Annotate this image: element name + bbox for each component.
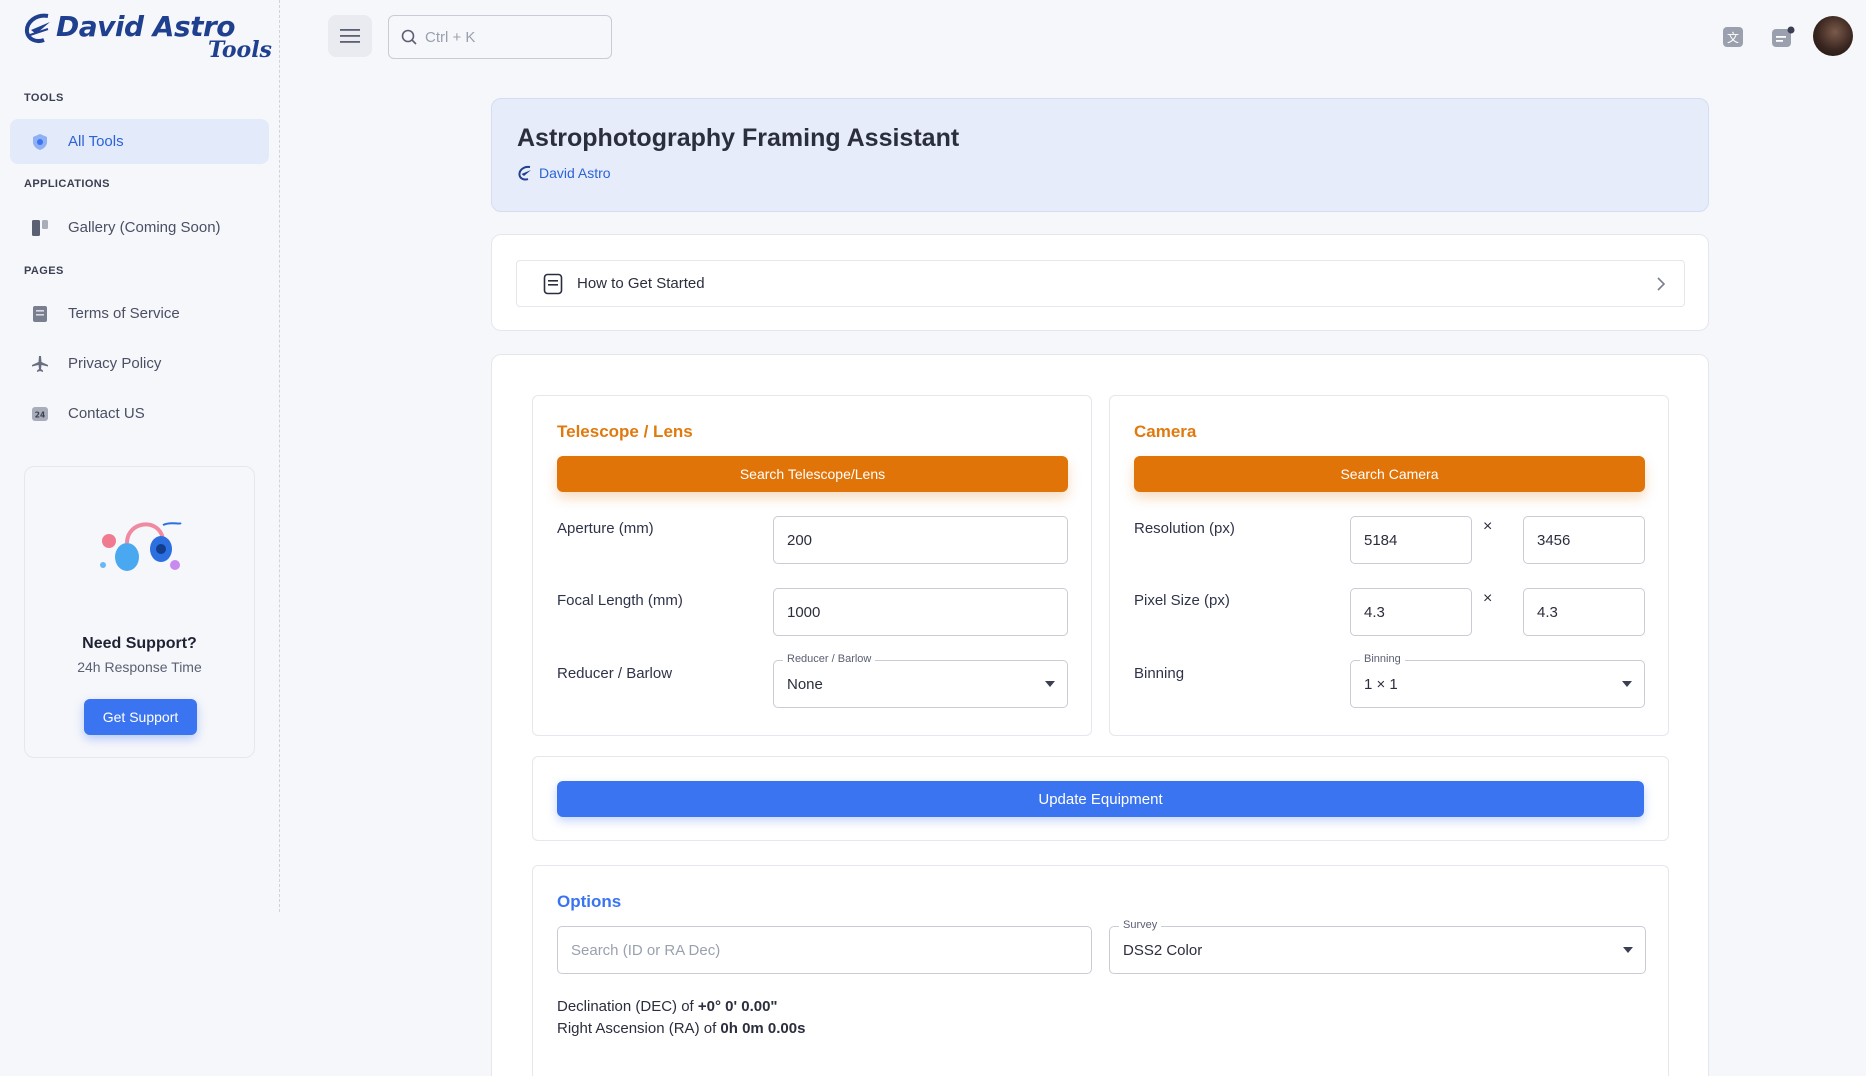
target-search-placeholder: Search (ID or RA Dec) bbox=[571, 941, 721, 959]
gallery-icon bbox=[30, 218, 50, 238]
resolution-height-value: 3456 bbox=[1537, 531, 1571, 549]
shield-icon bbox=[30, 132, 50, 152]
aperture-input[interactable]: 200 bbox=[773, 516, 1068, 564]
logo-mark-icon bbox=[24, 13, 50, 43]
options-title: Options bbox=[557, 892, 622, 911]
headphones-illustration-icon bbox=[100, 522, 182, 571]
right-ascension-value: 0h 0m 0.00s bbox=[720, 1020, 806, 1037]
update-equipment-button[interactable]: Update Equipment bbox=[557, 781, 1644, 817]
svg-text:24: 24 bbox=[35, 410, 45, 419]
sidebar-item-label: Privacy Policy bbox=[68, 355, 162, 372]
author-name: David Astro bbox=[539, 165, 611, 181]
sidebar-item-label: Terms of Service bbox=[68, 305, 180, 322]
binning-value: 1 × 1 bbox=[1364, 675, 1398, 693]
page-header-card: Astrophotography Framing Assistant David… bbox=[491, 98, 1709, 212]
hamburger-icon bbox=[340, 29, 360, 43]
binning-float-label: Binning bbox=[1360, 653, 1405, 665]
dropdown-caret-icon bbox=[1623, 947, 1633, 953]
right-ascension-readout: Right Ascension (RA) of 0h 0m 0.00s bbox=[557, 1020, 805, 1037]
sidebar-item-label: Contact US bbox=[68, 405, 145, 422]
focal-length-input[interactable]: 1000 bbox=[773, 588, 1068, 636]
update-panel: Update Equipment bbox=[532, 756, 1669, 841]
camera-title: Camera bbox=[1134, 422, 1197, 441]
notification-icon[interactable] bbox=[1771, 26, 1795, 48]
reducer-float-label: Reducer / Barlow bbox=[783, 653, 876, 665]
survey-float-label: Survey bbox=[1119, 919, 1162, 931]
reducer-select[interactable]: Reducer / Barlow None bbox=[773, 653, 1068, 708]
author-logo-icon bbox=[518, 165, 531, 181]
telescope-panel: Telescope / Lens Search Telescope/Lens A… bbox=[532, 395, 1092, 736]
sidebar-item-gallery[interactable]: Gallery (Coming Soon) bbox=[10, 205, 269, 250]
declination-value: +0° 0' 0.00" bbox=[697, 998, 778, 1015]
aperture-value: 200 bbox=[787, 531, 813, 549]
user-avatar[interactable] bbox=[1813, 16, 1853, 56]
resolution-width-value: 5184 bbox=[1364, 531, 1398, 549]
support-24-icon: 24 bbox=[30, 404, 50, 424]
aperture-label: Aperture (mm) bbox=[557, 520, 654, 537]
reducer-value: None bbox=[787, 675, 823, 693]
brand-logo[interactable]: David Astro Tools bbox=[22, 10, 272, 63]
notebook-icon bbox=[543, 273, 563, 294]
how-to-get-started-accordion[interactable]: How to Get Started bbox=[516, 260, 1685, 307]
chevron-right-icon bbox=[1657, 277, 1666, 291]
sidebar-item-contact[interactable]: 24 Contact US bbox=[10, 391, 269, 436]
section-label-pages: PAGES bbox=[24, 265, 64, 277]
support-title: Need Support? bbox=[82, 635, 197, 652]
brand-sub: Tools bbox=[208, 37, 272, 63]
telescope-title: Telescope / Lens bbox=[557, 422, 693, 441]
svg-text:文: 文 bbox=[1727, 30, 1739, 45]
section-label-tools: TOOLS bbox=[24, 92, 64, 104]
declination-prefix: Declination (DEC) of bbox=[557, 998, 698, 1015]
section-label-applications: APPLICATIONS bbox=[24, 178, 110, 190]
document-icon bbox=[30, 304, 50, 324]
reducer-label: Reducer / Barlow bbox=[557, 665, 673, 682]
sidebar-item-terms[interactable]: Terms of Service bbox=[10, 291, 269, 336]
menu-toggle-button[interactable] bbox=[328, 15, 372, 57]
airplane-icon bbox=[30, 354, 50, 374]
dropdown-caret-icon bbox=[1622, 681, 1632, 687]
sidebar: David Astro Tools TOOLS All Tools APPLIC… bbox=[0, 0, 280, 912]
search-placeholder: Ctrl + K bbox=[425, 28, 476, 46]
page-title: Astrophotography Framing Assistant bbox=[517, 124, 960, 152]
target-search-input[interactable]: Search (ID or RA Dec) bbox=[557, 926, 1092, 974]
howto-label: How to Get Started bbox=[577, 275, 705, 292]
right-ascension-prefix: Right Ascension (RA) of bbox=[557, 1020, 721, 1037]
pixel-height-input[interactable]: 4.3 bbox=[1523, 588, 1645, 636]
resolution-width-input[interactable]: 5184 bbox=[1350, 516, 1472, 564]
pixel-width-input[interactable]: 4.3 bbox=[1350, 588, 1472, 636]
sidebar-item-all-tools[interactable]: All Tools bbox=[10, 119, 269, 164]
sidebar-item-label: Gallery (Coming Soon) bbox=[68, 219, 221, 236]
times-sign: × bbox=[1483, 518, 1493, 535]
dropdown-caret-icon bbox=[1045, 681, 1055, 687]
support-subtitle: 24h Response Time bbox=[77, 659, 202, 675]
focal-length-value: 1000 bbox=[787, 603, 821, 621]
author-link[interactable]: David Astro bbox=[517, 165, 611, 181]
sidebar-item-privacy[interactable]: Privacy Policy bbox=[10, 341, 269, 386]
translate-icon[interactable]: 文 bbox=[1722, 26, 1744, 48]
support-card: Need Support? 24h Response Time Get Supp… bbox=[24, 466, 255, 758]
binning-label: Binning bbox=[1134, 665, 1185, 682]
sidebar-item-label: All Tools bbox=[68, 133, 124, 150]
resolution-label: Resolution (px) bbox=[1134, 520, 1235, 537]
global-search-input[interactable]: Ctrl + K bbox=[388, 15, 612, 59]
howto-card: How to Get Started bbox=[491, 234, 1709, 331]
pixel-size-label: Pixel Size (px) bbox=[1134, 592, 1230, 609]
declination-readout: Declination (DEC) of +0° 0' 0.00" bbox=[557, 998, 778, 1015]
search-camera-button[interactable]: Search Camera bbox=[1134, 456, 1645, 492]
get-support-button[interactable]: Get Support bbox=[84, 699, 197, 735]
binning-select[interactable]: Binning 1 × 1 bbox=[1350, 653, 1645, 708]
times-sign: × bbox=[1483, 590, 1493, 607]
pixel-height-value: 4.3 bbox=[1537, 603, 1558, 621]
pixel-width-value: 4.3 bbox=[1364, 603, 1385, 621]
search-icon bbox=[401, 29, 417, 45]
resolution-height-input[interactable]: 3456 bbox=[1523, 516, 1645, 564]
focal-length-label: Focal Length (mm) bbox=[557, 592, 683, 609]
survey-select[interactable]: Survey DSS2 Color bbox=[1109, 919, 1646, 974]
search-telescope-button[interactable]: Search Telescope/Lens bbox=[557, 456, 1068, 492]
options-panel: Options Search (ID or RA Dec) Survey DSS… bbox=[532, 865, 1669, 1076]
equipment-card: Telescope / Lens Search Telescope/Lens A… bbox=[491, 354, 1709, 1076]
survey-value: DSS2 Color bbox=[1123, 941, 1203, 959]
camera-panel: Camera Search Camera Resolution (px) 518… bbox=[1109, 395, 1669, 736]
